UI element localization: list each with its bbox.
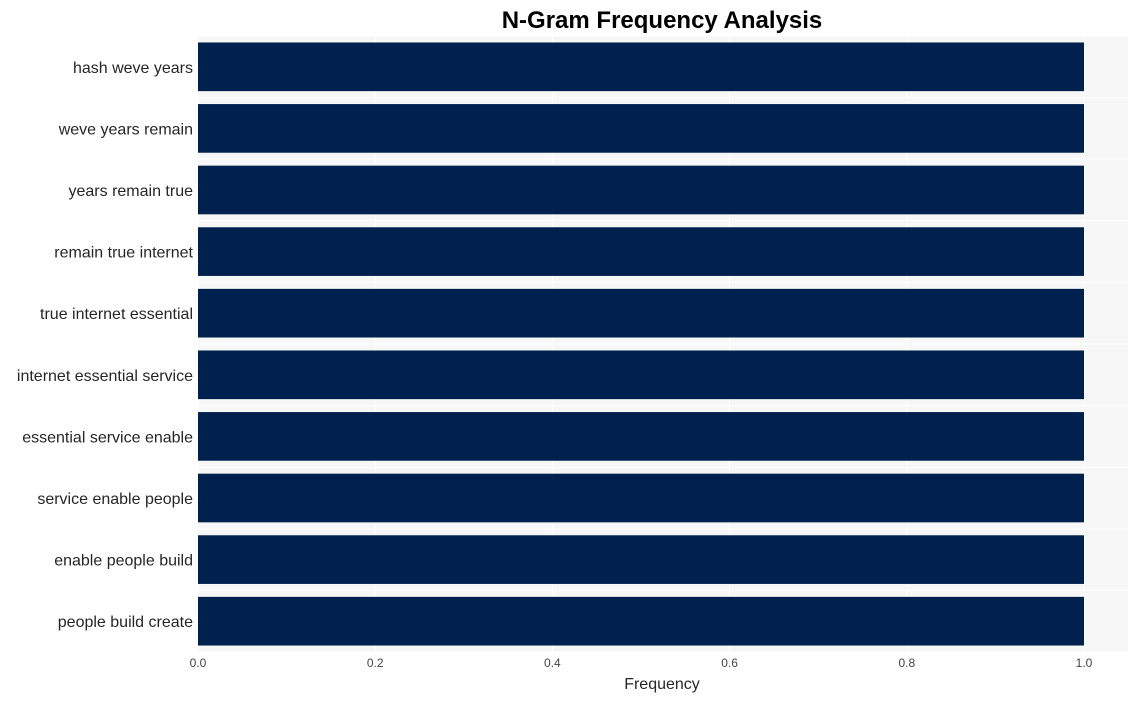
bar xyxy=(198,412,1084,461)
y-tick-label: essential service enable xyxy=(22,429,193,446)
y-tick-label: true internet essential xyxy=(40,306,193,323)
y-tick-label: people build create xyxy=(58,614,193,631)
y-tick-label: remain true internet xyxy=(54,245,193,262)
x-tick-label: 0.2 xyxy=(367,656,384,670)
bar xyxy=(198,596,1084,646)
y-tick-label: weve years remain xyxy=(58,121,193,138)
y-tick-label: enable people build xyxy=(54,553,193,570)
chart-title: N-Gram Frequency Analysis xyxy=(502,7,823,34)
y-axis-labels: hash weve years weve years remain years re… xyxy=(17,60,194,631)
x-axis-ticks: 0.0 0.2 0.4 0.6 0.8 1.0 xyxy=(190,656,1093,670)
bar xyxy=(198,288,1084,338)
bar xyxy=(198,535,1084,584)
x-tick-label: 0.6 xyxy=(721,656,738,670)
x-tick-label: 1.0 xyxy=(1076,656,1093,670)
x-tick-label: 0.4 xyxy=(544,656,561,670)
bar xyxy=(198,42,1084,92)
y-tick-label: internet essential service xyxy=(17,368,193,385)
bar xyxy=(198,165,1084,215)
bar xyxy=(198,227,1084,276)
bar xyxy=(198,473,1084,523)
bar xyxy=(198,350,1084,400)
y-tick-label: service enable people xyxy=(37,491,193,508)
chart: N-Gram Frequency Analysis hash weve year… xyxy=(17,7,1128,693)
bar xyxy=(198,104,1084,153)
y-tick-label: hash weve years xyxy=(73,60,193,77)
x-axis-label: Frequency xyxy=(624,676,700,693)
x-tick-label: 0.8 xyxy=(898,656,915,670)
y-tick-label: years remain true xyxy=(69,183,194,200)
x-tick-label: 0.0 xyxy=(190,656,207,670)
